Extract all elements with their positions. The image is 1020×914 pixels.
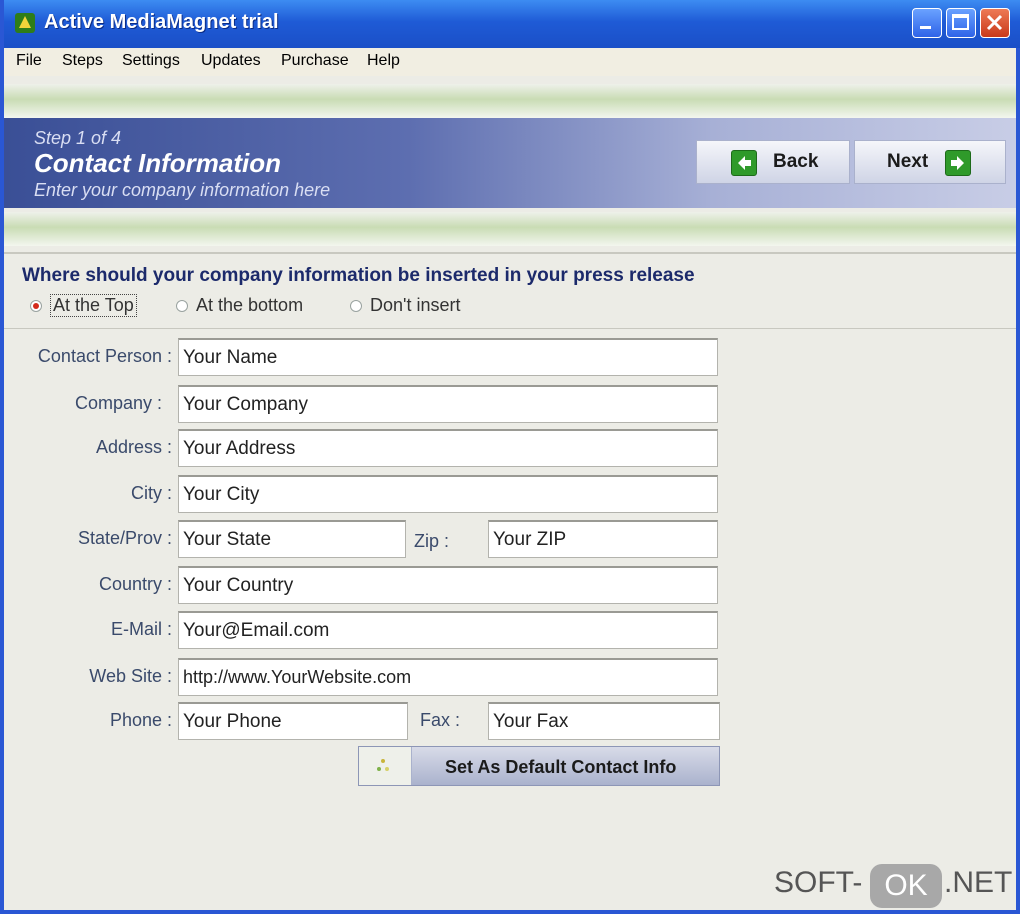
city-label: City : [130,483,172,503]
next-arrow-icon [945,150,971,176]
placement-question: Where should your company information be… [22,265,695,286]
watermark-left: SOFT- [774,866,863,899]
state-input[interactable] [178,520,406,558]
company-input[interactable] [178,385,718,423]
menu-updates[interactable]: Updates [201,52,261,70]
close-icon [986,14,1003,31]
maximize-icon [952,14,969,30]
phone-input[interactable] [178,702,408,740]
app-logo-icon [15,13,35,33]
back-arrow-icon [731,150,757,176]
website-input[interactable] [178,658,718,696]
menu-purchase[interactable]: Purchase [281,52,349,70]
sparkle-icon [359,747,412,785]
menu-settings[interactable]: Settings [122,52,180,70]
radio-label: At the Top [50,294,137,317]
watermark-right: .NET [944,866,1013,899]
back-label: Back [773,151,819,172]
contact-person-input[interactable] [178,338,718,376]
menu-steps[interactable]: Steps [62,52,103,70]
menu-file[interactable]: File [16,52,42,70]
address-label: Address : [95,437,172,457]
step-subtitle: Enter your company information here [34,180,331,200]
title-bar[interactable]: Active MediaMagnet trial [4,0,1020,48]
maximize-button[interactable] [946,8,976,38]
fax-input[interactable] [488,702,720,740]
radio-label: At the bottom [196,295,304,315]
radio-icon [350,300,362,312]
radio-icon [176,300,188,312]
country-input[interactable] [178,566,718,604]
minimize-icon [920,26,931,29]
country-label: Country : [98,574,172,594]
close-button[interactable] [980,8,1010,38]
minimize-button[interactable] [912,8,942,38]
step-indicator: Step 1 of 4 [34,128,122,148]
menu-bar: File Steps Settings Updates Purchase Hel… [4,48,1016,76]
website-label: Web Site : [89,666,172,686]
set-default-contact-button[interactable]: Set As Default Contact Info [358,746,720,786]
app-window: Active MediaMagnet trial File Steps Sett… [0,0,1020,914]
fax-label: Fax : [420,710,461,730]
top-decor-stripe [4,84,1016,118]
menu-help[interactable]: Help [367,52,400,70]
bottom-decor-stripe [4,212,1016,246]
contact-person-label: Contact Person : [37,346,172,366]
radio-selected-icon [30,300,42,312]
next-button[interactable]: Next [854,140,1006,184]
state-label: State/Prov : [77,528,172,548]
address-input[interactable] [178,429,718,467]
company-label: Company : [74,393,162,413]
next-label: Next [887,151,929,172]
separator [4,328,1016,329]
step-banner: Step 1 of 4 Contact Information Enter yo… [4,118,1016,208]
zip-label: Zip : [414,531,450,551]
email-label: E-Mail : [110,619,172,639]
email-input[interactable] [178,611,718,649]
back-button[interactable]: Back [696,140,850,184]
window-title: Active MediaMagnet trial [44,11,279,33]
step-title: Contact Information [34,148,281,178]
set-default-label: Set As Default Contact Info [445,757,677,777]
phone-label: Phone : [109,710,172,730]
radio-label: Don't insert [370,295,461,315]
watermark-badge: OK [870,864,942,908]
city-input[interactable] [178,475,718,513]
separator [4,252,1016,254]
zip-input[interactable] [488,520,718,558]
